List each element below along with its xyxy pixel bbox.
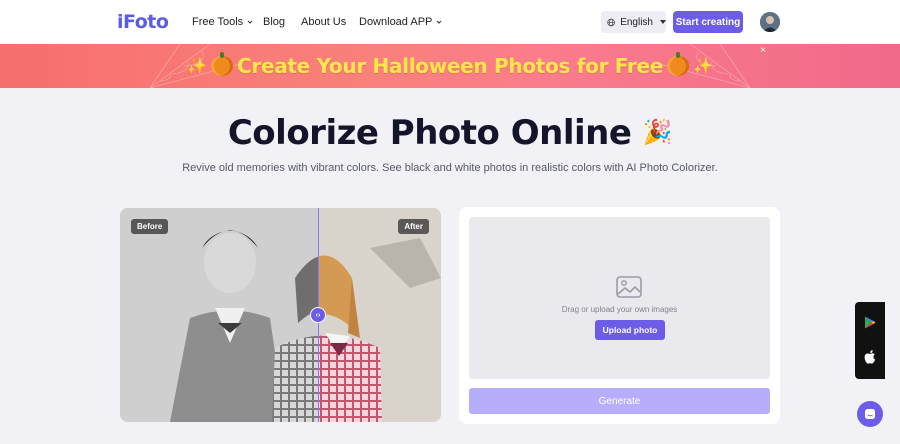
nav-free-tools[interactable]: Free Tools bbox=[192, 16, 253, 28]
before-label: Before bbox=[131, 219, 169, 234]
upload-panel: Drag or upload your own images Upload ph… bbox=[459, 207, 780, 424]
banner-close-icon[interactable]: × bbox=[760, 45, 766, 56]
apple-icon[interactable] bbox=[864, 350, 876, 364]
generate-button[interactable]: Generate bbox=[469, 388, 770, 414]
page-title: Colorize Photo Online 🎉 bbox=[0, 113, 900, 153]
nav-blog-label: Blog bbox=[263, 16, 286, 28]
start-creating-button[interactable]: Start creating bbox=[673, 11, 743, 33]
nav-about-label: About Us bbox=[301, 16, 347, 28]
upload-photo-button[interactable]: Upload photo bbox=[595, 320, 665, 340]
globe-icon bbox=[607, 18, 615, 26]
language-label: English bbox=[620, 16, 653, 28]
page-subtitle: Revive old memories with vibrant colors.… bbox=[182, 162, 718, 174]
upload-hint: Drag or upload your own images bbox=[561, 305, 678, 314]
image-icon bbox=[616, 276, 642, 298]
avatar[interactable] bbox=[760, 12, 780, 32]
language-selector[interactable]: English bbox=[601, 11, 666, 33]
app-download-bar bbox=[855, 302, 885, 379]
top-nav: iFoto Free Tools Blog About Us Download … bbox=[0, 0, 900, 44]
caret-down-icon bbox=[660, 20, 666, 24]
halloween-banner[interactable]: ✨ Create Your Halloween Photos for Free … bbox=[0, 44, 900, 88]
banner-text: Create Your Halloween Photos for Free bbox=[237, 54, 663, 78]
page-title-text: Colorize Photo Online bbox=[227, 113, 632, 153]
nav-download-app[interactable]: Download APP bbox=[359, 16, 442, 28]
user-avatar-image bbox=[760, 12, 780, 32]
chat-icon bbox=[865, 409, 875, 419]
comparison-photo bbox=[120, 208, 441, 422]
upload-dropzone[interactable]: Drag or upload your own images Upload ph… bbox=[469, 217, 770, 379]
chevron-down-icon bbox=[247, 20, 253, 24]
nav-about-us[interactable]: About Us bbox=[301, 16, 346, 28]
party-popper-icon: 🎉 bbox=[642, 118, 673, 146]
pumpkin-icon bbox=[211, 52, 233, 76]
logo[interactable]: iFoto bbox=[117, 11, 169, 33]
nav-download-label: Download APP bbox=[359, 16, 433, 28]
google-play-icon[interactable] bbox=[864, 316, 876, 329]
after-label: After bbox=[398, 219, 429, 234]
chevron-down-icon bbox=[437, 20, 442, 24]
nav-blog[interactable]: Blog bbox=[263, 16, 285, 28]
arrows-left-right-icon[interactable]: ‹› bbox=[310, 307, 326, 323]
before-after-comparison[interactable]: Before After ‹› bbox=[120, 208, 441, 422]
nav-free-tools-label: Free Tools bbox=[192, 16, 244, 28]
pumpkin-icon bbox=[666, 52, 689, 76]
chat-button[interactable] bbox=[857, 401, 883, 427]
